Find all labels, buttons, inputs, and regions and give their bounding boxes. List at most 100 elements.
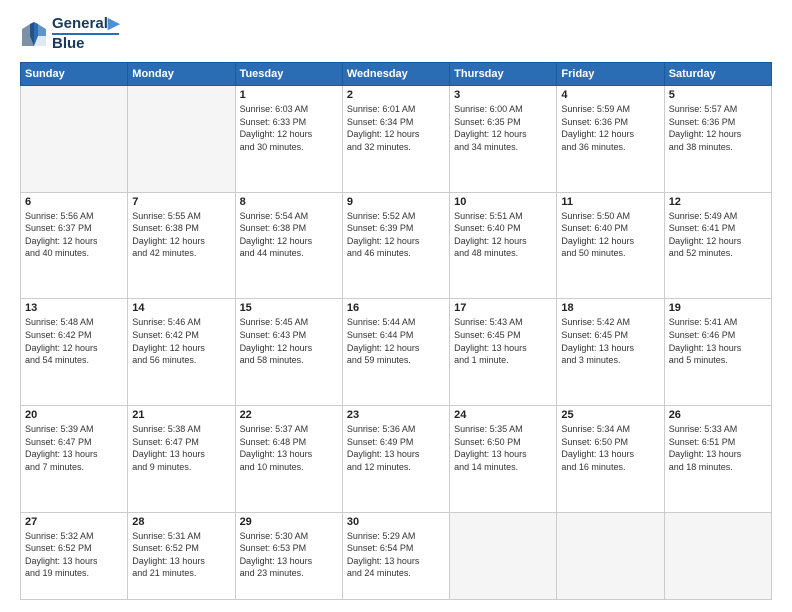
calendar-table: SundayMondayTuesdayWednesdayThursdayFrid… [20,62,772,600]
calendar-day-cell: 17 Sunrise: 5:43 AM Sunset: 6:45 PM Dayli… [450,299,557,406]
page: General▶ Blue SundayMondayTuesdayWednesd… [0,0,792,612]
day-number: 6 [25,196,123,208]
day-number: 24 [454,409,552,421]
day-number: 13 [25,302,123,314]
day-info: Sunrise: 5:33 AM Sunset: 6:51 PM Dayligh… [669,423,767,473]
day-info: Sunrise: 5:50 AM Sunset: 6:40 PM Dayligh… [561,210,659,260]
calendar-day-cell: 9 Sunrise: 5:52 AM Sunset: 6:39 PM Daylig… [342,192,449,299]
day-info: Sunrise: 5:55 AM Sunset: 6:38 PM Dayligh… [132,210,230,260]
day-number: 30 [347,516,445,528]
day-info: Sunrise: 6:00 AM Sunset: 6:35 PM Dayligh… [454,103,552,153]
day-number: 22 [240,409,338,421]
calendar-header-wednesday: Wednesday [342,63,449,86]
day-info: Sunrise: 5:59 AM Sunset: 6:36 PM Dayligh… [561,103,659,153]
day-number: 8 [240,196,338,208]
day-number: 27 [25,516,123,528]
day-info: Sunrise: 6:01 AM Sunset: 6:34 PM Dayligh… [347,103,445,153]
calendar-header-row: SundayMondayTuesdayWednesdayThursdayFrid… [21,63,772,86]
calendar-day-cell: 22 Sunrise: 5:37 AM Sunset: 6:48 PM Dayli… [235,406,342,513]
calendar-week-row: 27 Sunrise: 5:32 AM Sunset: 6:52 PM Dayli… [21,512,772,599]
calendar-header-friday: Friday [557,63,664,86]
logo: General▶ Blue [20,16,119,52]
day-info: Sunrise: 5:30 AM Sunset: 6:53 PM Dayligh… [240,530,338,580]
calendar-day-cell: 27 Sunrise: 5:32 AM Sunset: 6:52 PM Dayli… [21,512,128,599]
day-info: Sunrise: 5:32 AM Sunset: 6:52 PM Dayligh… [25,530,123,580]
calendar-day-cell [664,512,771,599]
calendar-week-row: 13 Sunrise: 5:48 AM Sunset: 6:42 PM Dayli… [21,299,772,406]
calendar-day-cell: 26 Sunrise: 5:33 AM Sunset: 6:51 PM Dayli… [664,406,771,513]
day-info: Sunrise: 5:39 AM Sunset: 6:47 PM Dayligh… [25,423,123,473]
calendar-day-cell: 5 Sunrise: 5:57 AM Sunset: 6:36 PM Daylig… [664,86,771,193]
calendar-week-row: 1Sunrise: 6:03 AM Sunset: 6:33 PM Daylig… [21,86,772,193]
calendar-day-cell: 21Sunrise: 5:38 AM Sunset: 6:47 PM Dayli… [128,406,235,513]
day-number: 16 [347,302,445,314]
calendar-week-row: 6 Sunrise: 5:56 AM Sunset: 6:37 PM Daylig… [21,192,772,299]
day-number: 2 [347,89,445,101]
calendar-day-cell: 30 Sunrise: 5:29 AM Sunset: 6:54 PM Dayli… [342,512,449,599]
calendar-day-cell [557,512,664,599]
header: General▶ Blue [20,16,772,52]
calendar-day-cell [450,512,557,599]
day-number: 20 [25,409,123,421]
day-number: 9 [347,196,445,208]
day-info: Sunrise: 5:51 AM Sunset: 6:40 PM Dayligh… [454,210,552,260]
day-number: 7 [132,196,230,208]
day-number: 29 [240,516,338,528]
day-info: Sunrise: 5:48 AM Sunset: 6:42 PM Dayligh… [25,316,123,366]
logo-text: General▶ Blue [52,16,119,52]
day-number: 14 [132,302,230,314]
calendar-day-cell: 8 Sunrise: 5:54 AM Sunset: 6:38 PM Daylig… [235,192,342,299]
day-number: 17 [454,302,552,314]
calendar-day-cell: 15 Sunrise: 5:45 AM Sunset: 6:43 PM Dayli… [235,299,342,406]
calendar-day-cell: 1Sunrise: 6:03 AM Sunset: 6:33 PM Daylig… [235,86,342,193]
day-info: Sunrise: 5:35 AM Sunset: 6:50 PM Dayligh… [454,423,552,473]
calendar-header-sunday: Sunday [21,63,128,86]
day-info: Sunrise: 5:52 AM Sunset: 6:39 PM Dayligh… [347,210,445,260]
day-info: Sunrise: 5:56 AM Sunset: 6:37 PM Dayligh… [25,210,123,260]
day-info: Sunrise: 5:36 AM Sunset: 6:49 PM Dayligh… [347,423,445,473]
day-number: 23 [347,409,445,421]
day-info: Sunrise: 5:41 AM Sunset: 6:46 PM Dayligh… [669,316,767,366]
calendar-day-cell: 2 Sunrise: 6:01 AM Sunset: 6:34 PM Daylig… [342,86,449,193]
calendar-day-cell: 28Sunrise: 5:31 AM Sunset: 6:52 PM Dayli… [128,512,235,599]
calendar-day-cell: 24 Sunrise: 5:35 AM Sunset: 6:50 PM Dayli… [450,406,557,513]
day-number: 1 [240,89,338,101]
day-info: Sunrise: 5:57 AM Sunset: 6:36 PM Dayligh… [669,103,767,153]
day-number: 12 [669,196,767,208]
day-info: Sunrise: 5:42 AM Sunset: 6:45 PM Dayligh… [561,316,659,366]
day-info: Sunrise: 5:49 AM Sunset: 6:41 PM Dayligh… [669,210,767,260]
calendar-header-thursday: Thursday [450,63,557,86]
calendar-day-cell: 3Sunrise: 6:00 AM Sunset: 6:35 PM Daylig… [450,86,557,193]
calendar-day-cell: 6 Sunrise: 5:56 AM Sunset: 6:37 PM Daylig… [21,192,128,299]
calendar-day-cell: 19 Sunrise: 5:41 AM Sunset: 6:46 PM Dayli… [664,299,771,406]
day-info: Sunrise: 5:29 AM Sunset: 6:54 PM Dayligh… [347,530,445,580]
day-number: 5 [669,89,767,101]
calendar-day-cell: 23 Sunrise: 5:36 AM Sunset: 6:49 PM Dayli… [342,406,449,513]
day-number: 15 [240,302,338,314]
day-number: 11 [561,196,659,208]
calendar-day-cell: 10Sunrise: 5:51 AM Sunset: 6:40 PM Dayli… [450,192,557,299]
day-info: Sunrise: 5:37 AM Sunset: 6:48 PM Dayligh… [240,423,338,473]
calendar-day-cell: 7 Sunrise: 5:55 AM Sunset: 6:38 PM Daylig… [128,192,235,299]
day-info: Sunrise: 5:44 AM Sunset: 6:44 PM Dayligh… [347,316,445,366]
day-number: 25 [561,409,659,421]
day-info: Sunrise: 5:43 AM Sunset: 6:45 PM Dayligh… [454,316,552,366]
day-number: 26 [669,409,767,421]
calendar-week-row: 20 Sunrise: 5:39 AM Sunset: 6:47 PM Dayli… [21,406,772,513]
calendar-day-cell: 20 Sunrise: 5:39 AM Sunset: 6:47 PM Dayli… [21,406,128,513]
calendar-header-tuesday: Tuesday [235,63,342,86]
calendar-header-monday: Monday [128,63,235,86]
calendar-day-cell: 12 Sunrise: 5:49 AM Sunset: 6:41 PM Dayli… [664,192,771,299]
calendar-day-cell: 29 Sunrise: 5:30 AM Sunset: 6:53 PM Dayli… [235,512,342,599]
day-number: 19 [669,302,767,314]
calendar-day-cell: 18Sunrise: 5:42 AM Sunset: 6:45 PM Dayli… [557,299,664,406]
calendar-day-cell: 13 Sunrise: 5:48 AM Sunset: 6:42 PM Dayli… [21,299,128,406]
calendar-day-cell: 14Sunrise: 5:46 AM Sunset: 6:42 PM Dayli… [128,299,235,406]
day-info: Sunrise: 5:54 AM Sunset: 6:38 PM Dayligh… [240,210,338,260]
day-info: Sunrise: 5:45 AM Sunset: 6:43 PM Dayligh… [240,316,338,366]
day-number: 28 [132,516,230,528]
day-info: Sunrise: 5:34 AM Sunset: 6:50 PM Dayligh… [561,423,659,473]
day-number: 21 [132,409,230,421]
day-number: 4 [561,89,659,101]
calendar-day-cell [21,86,128,193]
